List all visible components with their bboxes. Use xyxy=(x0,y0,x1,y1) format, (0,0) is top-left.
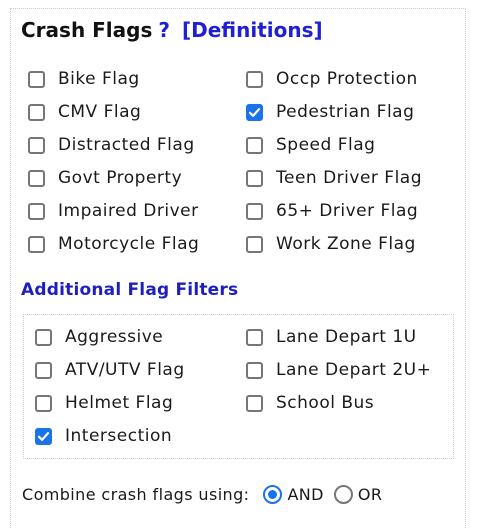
checkbox-box[interactable] xyxy=(35,394,52,412)
checkbox-bike-flag[interactable]: Bike Flag xyxy=(28,69,140,89)
checkbox-box[interactable] xyxy=(28,70,45,88)
checkbox-label: Lane Depart 2U+ xyxy=(276,360,432,380)
checkbox-box[interactable] xyxy=(28,202,45,220)
radio-and[interactable] xyxy=(263,485,283,504)
checkbox-helmet-flag[interactable]: Helmet Flag xyxy=(35,393,173,413)
checkbox-box[interactable] xyxy=(246,235,263,253)
crash-flags-header: Crash Flags? [Definitions] xyxy=(21,18,323,42)
checkbox-govt-property[interactable]: Govt Property xyxy=(28,168,182,188)
checkbox-impaired-driver[interactable]: Impaired Driver xyxy=(28,201,199,221)
checkbox-label: Pedestrian Flag xyxy=(276,102,415,122)
checkbox-label: Work Zone Flag xyxy=(276,234,416,254)
checkbox-box[interactable] xyxy=(246,328,263,346)
radio-dot xyxy=(268,490,278,499)
checkbox-label: School Bus xyxy=(276,393,375,413)
radio-label: OR xyxy=(357,485,383,504)
checkbox-65-driver-flag[interactable]: 65+ Driver Flag xyxy=(246,201,418,221)
checkbox-label: Aggressive xyxy=(65,327,164,347)
checkbox-motorcycle-flag[interactable]: Motorcycle Flag xyxy=(28,234,199,254)
checkbox-box[interactable] xyxy=(246,202,263,220)
checkbox-cmv-flag[interactable]: CMV Flag xyxy=(28,102,141,122)
checkbox-label: Helmet Flag xyxy=(65,393,174,413)
checkbox-lane-depart-1u[interactable]: Lane Depart 1U xyxy=(246,327,417,347)
checkbox-label: Intersection xyxy=(65,426,173,446)
additional-filters-heading: Additional Flag Filters xyxy=(21,280,239,300)
radio-or[interactable] xyxy=(333,485,353,504)
checkbox-label: Motorcycle Flag xyxy=(58,234,200,254)
radio-label: AND xyxy=(287,485,324,504)
checkbox-distracted-flag[interactable]: Distracted Flag xyxy=(28,135,195,155)
checkbox-box[interactable] xyxy=(28,169,45,187)
checkbox-speed-flag[interactable]: Speed Flag xyxy=(246,135,375,155)
checkmark-icon xyxy=(37,431,50,441)
checkbox-label: 65+ Driver Flag xyxy=(276,201,419,221)
panel-title: Crash Flags xyxy=(21,18,153,42)
checkbox-label: Bike Flag xyxy=(58,69,140,89)
checkbox-box[interactable] xyxy=(246,361,263,379)
checkbox-occp-protection[interactable]: Occp Protection xyxy=(246,69,418,89)
combine-flags-row: Combine crash flags using: AND OR xyxy=(22,485,382,504)
checkbox-box[interactable] xyxy=(28,136,45,154)
checkbox-box[interactable] xyxy=(246,103,263,121)
checkbox-box[interactable] xyxy=(246,169,263,187)
checkbox-label: Teen Driver Flag xyxy=(276,168,423,188)
checkbox-pedestrian-flag[interactable]: Pedestrian Flag xyxy=(246,102,414,122)
checkbox-label: Occp Protection xyxy=(276,69,418,89)
radio-and-option[interactable]: AND xyxy=(263,485,323,504)
combine-label: Combine crash flags using: xyxy=(22,485,250,504)
checkmark-icon xyxy=(248,107,261,117)
checkbox-box[interactable] xyxy=(28,103,45,121)
checkbox-box[interactable] xyxy=(28,235,45,253)
checkbox-label: Speed Flag xyxy=(276,135,376,155)
radio-or-option[interactable]: OR xyxy=(333,485,383,504)
definitions-link[interactable]: [Definitions] xyxy=(182,18,323,42)
checkbox-teen-driver-flag[interactable]: Teen Driver Flag xyxy=(246,168,422,188)
checkbox-label: Distracted Flag xyxy=(58,135,195,155)
checkbox-aggressive[interactable]: Aggressive xyxy=(35,327,163,347)
checkbox-box[interactable] xyxy=(246,136,263,154)
checkbox-label: Govt Property xyxy=(58,168,183,188)
checkbox-label: CMV Flag xyxy=(58,102,142,122)
help-link[interactable]: ? xyxy=(158,18,170,42)
checkbox-label: ATV/UTV Flag xyxy=(65,360,185,380)
checkbox-intersection[interactable]: Intersection xyxy=(35,426,172,446)
checkbox-label: Impaired Driver xyxy=(58,201,199,221)
checkbox-box[interactable] xyxy=(246,70,263,88)
checkbox-label: Lane Depart 1U xyxy=(276,327,417,347)
checkbox-box[interactable] xyxy=(35,328,52,346)
checkbox-box[interactable] xyxy=(35,361,52,379)
checkbox-school-bus[interactable]: School Bus xyxy=(246,393,374,413)
checkbox-box[interactable] xyxy=(246,394,263,412)
checkbox-box[interactable] xyxy=(35,427,52,445)
checkbox-work-zone-flag[interactable]: Work Zone Flag xyxy=(246,234,416,254)
checkbox-lane-depart-2u[interactable]: Lane Depart 2U+ xyxy=(246,360,431,380)
checkbox-atv-utv-flag[interactable]: ATV/UTV Flag xyxy=(35,360,185,380)
